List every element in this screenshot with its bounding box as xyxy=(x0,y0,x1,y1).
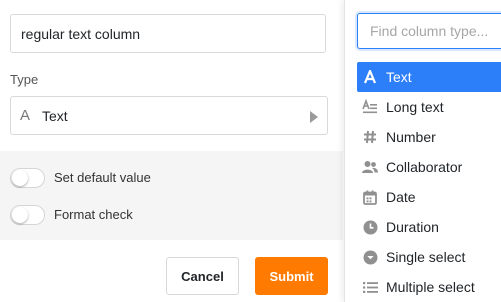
toggle-knob xyxy=(12,170,28,186)
calendar-icon xyxy=(362,188,378,206)
menu-item-label: Number xyxy=(386,129,436,145)
menu-item-label: Multiple select xyxy=(386,279,475,295)
menu-item-number[interactable]: Number xyxy=(357,122,501,152)
hash-icon xyxy=(362,128,378,146)
menu-item-multiple-select[interactable]: Multiple select xyxy=(357,272,501,302)
menu-item-label: Long text xyxy=(386,99,444,115)
chevron-circle-icon xyxy=(362,248,378,266)
menu-item-label: Text xyxy=(386,69,412,85)
default-value-label: Set default value xyxy=(54,170,151,185)
menu-item-date[interactable]: Date xyxy=(357,182,501,212)
column-name-input[interactable] xyxy=(10,14,326,53)
menu-item-label: Duration xyxy=(386,219,439,235)
column-type-value: Text xyxy=(42,108,68,124)
submit-button[interactable]: Submit xyxy=(255,257,328,295)
clock-icon xyxy=(362,218,378,236)
people-icon xyxy=(362,158,378,176)
list-icon xyxy=(362,278,378,296)
text-a-icon xyxy=(362,68,378,86)
format-check-toggle[interactable] xyxy=(10,205,45,225)
cancel-button[interactable]: Cancel xyxy=(166,257,239,295)
column-options-area: Set default value Format check xyxy=(0,151,343,240)
column-type-search-input[interactable] xyxy=(357,13,501,49)
column-settings-form: Type A Text Set default value Format che… xyxy=(0,0,343,302)
menu-item-single-select[interactable]: Single select xyxy=(357,242,501,272)
menu-item-text[interactable]: Text xyxy=(357,62,501,92)
text-a-icon: A xyxy=(20,107,31,124)
menu-item-duration[interactable]: Duration xyxy=(357,212,501,242)
menu-item-label: Collaborator xyxy=(386,159,463,175)
menu-item-label: Date xyxy=(386,189,416,205)
menu-item-collaborator[interactable]: Collaborator xyxy=(357,152,501,182)
long-text-icon xyxy=(362,98,378,116)
format-check-label: Format check xyxy=(54,207,133,222)
column-type-select[interactable]: A Text xyxy=(10,96,328,135)
menu-item-label: Single select xyxy=(386,249,466,265)
default-value-toggle[interactable] xyxy=(10,168,45,188)
menu-item-long-text[interactable]: Long text xyxy=(357,92,501,122)
toggle-knob xyxy=(12,207,28,223)
column-type-dropdown: Text Long text Number Collaborator Date … xyxy=(344,0,501,302)
type-label: Type xyxy=(10,72,39,87)
caret-right-icon xyxy=(310,111,318,123)
